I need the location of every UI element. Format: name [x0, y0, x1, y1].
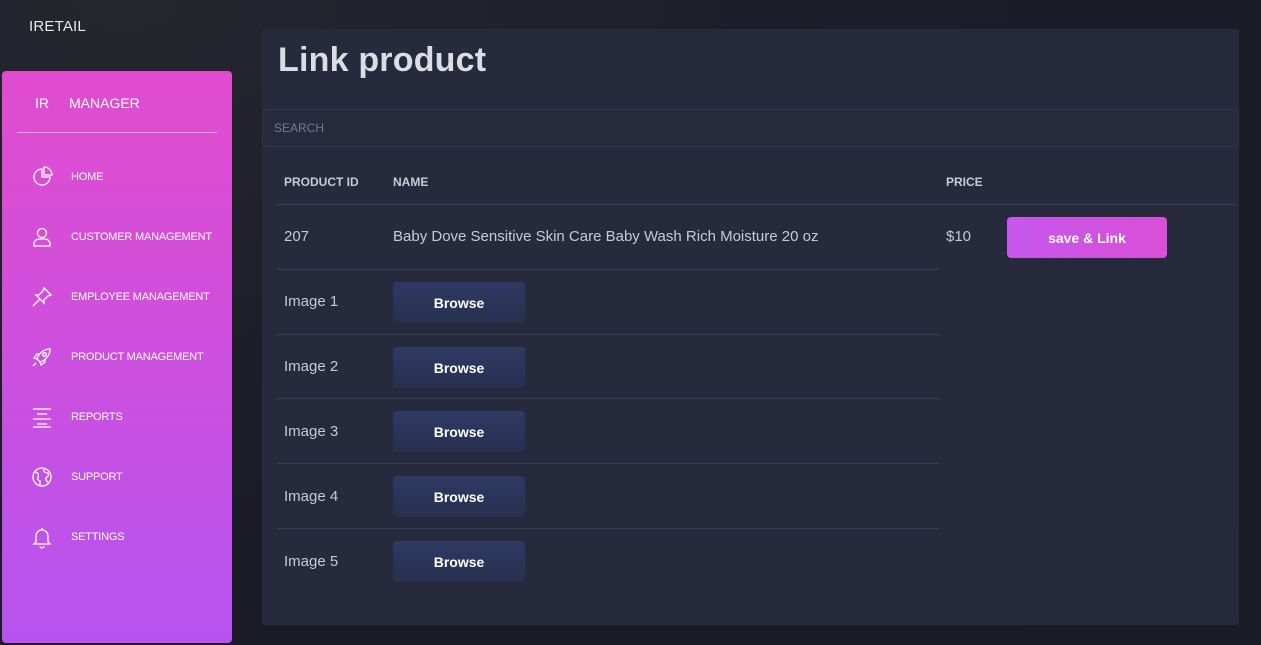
search-input[interactable] [262, 109, 1239, 147]
sidebar-item-label: EMPLOYEE MANAGEMENT [71, 291, 210, 303]
rocket-icon [30, 345, 54, 369]
row-divider [277, 334, 939, 335]
pin-icon [30, 285, 54, 309]
product-id-cell: 207 [284, 228, 310, 245]
image-2-label: Image 2 [284, 358, 339, 375]
sidebar-item-employee-management[interactable]: EMPLOYEE MANAGEMENT [2, 268, 232, 328]
column-header-price: PRICE [946, 175, 983, 189]
column-header-product-id: PRODUCT ID [284, 175, 359, 189]
sidebar-item-label: REPORTS [71, 411, 123, 423]
user-icon [30, 225, 54, 249]
align-center-icon [30, 405, 54, 429]
logo-full: MANAGER [69, 95, 140, 111]
sidebar-item-product-management[interactable]: PRODUCT MANAGEMENT [2, 328, 232, 388]
save-and-link-button[interactable]: save & Link [1007, 217, 1167, 258]
pie-chart-icon [30, 165, 54, 189]
product-price-cell: $10 [946, 228, 972, 245]
image-3-label: Image 3 [284, 423, 339, 440]
brand-name: IRETAIL [29, 18, 86, 35]
row-divider [277, 528, 939, 529]
link-product-card: Link product PRODUCT ID NAME PRICE 207 B… [262, 29, 1239, 625]
logo-mini: IR [35, 95, 49, 111]
sidebar-item-label: SUPPORT [71, 471, 123, 483]
sidebar-item-reports[interactable]: REPORTS [2, 388, 232, 448]
sidebar-logo[interactable]: IR MANAGER [17, 71, 217, 133]
sidebar-item-label: HOME [71, 171, 104, 183]
sidebar-item-customer-management[interactable]: CUSTOMER MANAGEMENT [2, 208, 232, 268]
browse-image-5-button[interactable]: Browse [393, 541, 525, 582]
sidebar-item-home[interactable]: HOME [2, 148, 232, 208]
browse-image-1-button[interactable]: Browse [393, 282, 525, 323]
column-header-name: NAME [393, 175, 429, 189]
sidebar-item-support[interactable]: SUPPORT [2, 448, 232, 508]
page-title: Link product [278, 41, 487, 79]
row-divider [277, 269, 939, 270]
sidebar-item-label: SETTINGS [71, 531, 125, 543]
product-name-cell: Baby Dove Sensitive Skin Care Baby Wash … [393, 228, 819, 245]
sidebar-item-settings[interactable]: SETTINGS [2, 508, 232, 568]
header-divider [277, 204, 1235, 205]
row-divider [277, 463, 939, 464]
image-5-label: Image 5 [284, 553, 339, 570]
image-4-label: Image 4 [284, 488, 339, 505]
image-1-label: Image 1 [284, 293, 339, 310]
browse-image-3-button[interactable]: Browse [393, 411, 525, 452]
browse-image-4-button[interactable]: Browse [393, 476, 525, 517]
globe-icon [30, 465, 54, 489]
sidebar-item-label: PRODUCT MANAGEMENT [71, 351, 204, 363]
sidebar-item-label: CUSTOMER MANAGEMENT [71, 231, 212, 243]
bell-icon [30, 525, 54, 549]
browse-image-2-button[interactable]: Browse [393, 347, 525, 388]
sidebar-nav: HOME CUSTOMER MANAGEMENT EMPLOYEE MANAGE… [2, 148, 232, 568]
row-divider [277, 398, 939, 399]
sidebar: IR MANAGER HOME CUSTOMER MANAGEMENT EMPL… [2, 71, 232, 643]
